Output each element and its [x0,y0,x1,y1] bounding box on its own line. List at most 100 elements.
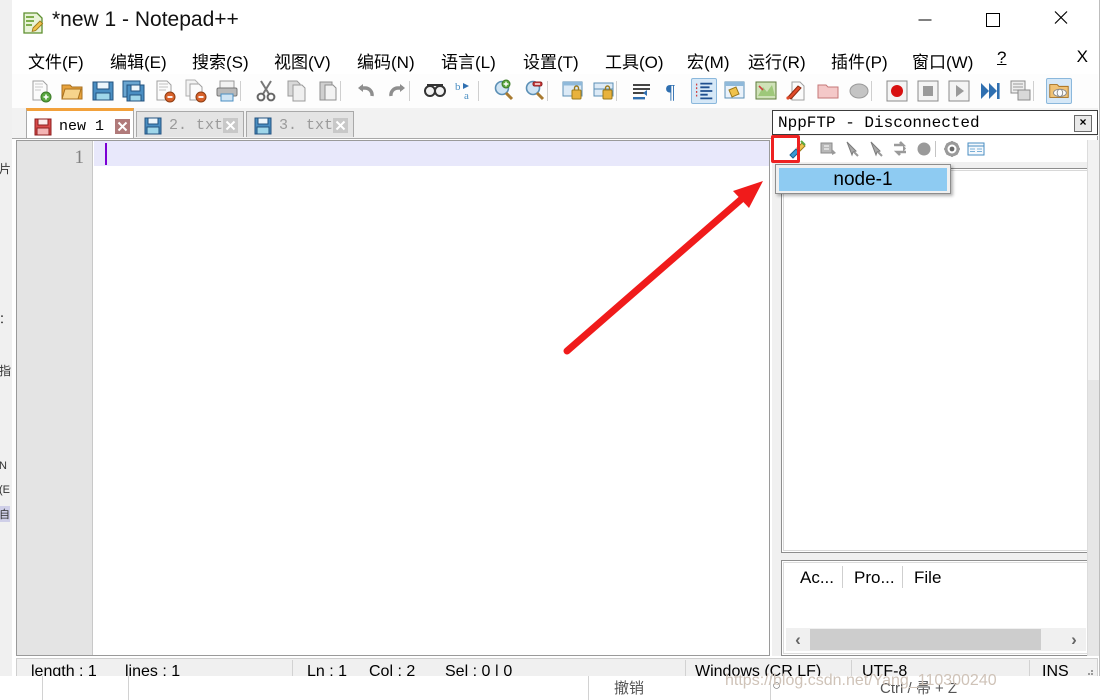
nppftp-file-tree-inner [783,170,1089,551]
record-macro-button[interactable] [884,78,910,104]
bg-bottom-divider [128,676,129,700]
nppftp-connect-dropdown[interactable]: node-1 [775,164,951,194]
maximize-button[interactable] [970,0,1016,40]
nppftp-close-button[interactable]: × [1074,115,1092,132]
print-button[interactable] [214,78,240,104]
column-header-progress[interactable]: Pro... [854,568,895,588]
menu-plugins[interactable]: 插件(P) [829,47,890,74]
menu-window[interactable]: 窗口(W) [910,47,975,74]
close-tab-icon[interactable] [115,119,130,134]
sync-vertical-scroll-button[interactable] [560,78,586,104]
zoom-in-button[interactable] [491,78,517,104]
scroll-right-arrow[interactable]: › [1064,630,1084,649]
column-divider[interactable] [842,566,843,588]
user-defined-dialog-button[interactable] [722,78,748,104]
menu-tools[interactable]: 工具(O) [603,47,666,74]
stop-macro-button[interactable] [915,78,941,104]
toolbar-separator [616,81,617,101]
find-button[interactable] [422,78,448,104]
nppftp-toggle-button[interactable] [1046,78,1072,104]
copy-button[interactable] [284,78,310,104]
tab-2-txt[interactable]: 2. txt [136,111,244,137]
menu-search[interactable]: 搜索(S) [190,47,251,74]
refresh-button[interactable] [890,139,911,159]
toolbar-separator [871,81,872,101]
menu-settings[interactable]: 设置(T) [521,47,581,74]
text-caret [105,143,107,165]
redo-button[interactable] [384,78,410,104]
close-all-button[interactable] [183,78,209,104]
bg-fragment: N [0,460,7,472]
new-file-button[interactable] [28,78,54,104]
upload-button[interactable] [866,139,887,159]
bg-fragment: 片 [0,162,12,176]
close-tab-icon[interactable] [223,118,238,133]
bg-fragment-undo: 撤销 [614,680,645,697]
save-button[interactable] [90,78,116,104]
trim-macro-button[interactable] [1008,78,1034,104]
code-area[interactable] [94,141,769,655]
toolbar-separator [478,81,479,101]
text-editor[interactable]: 1 [16,140,770,656]
menu-file[interactable]: 文件(F) [26,47,86,74]
scrollbar-thumb[interactable] [810,629,1041,650]
save-red-icon [34,118,52,136]
outer-scrollbar-upper[interactable] [1087,140,1099,380]
svg-text:b: b [455,81,461,93]
open-file-button[interactable] [59,78,85,104]
zoom-out-button[interactable] [522,78,548,104]
nppftp-file-tree[interactable] [781,168,1091,553]
menu-view[interactable]: 视图(V) [272,47,333,74]
outer-scrollbar-lower[interactable] [1087,380,1099,656]
nppftp-queue-inner: Ac... Pro... File ‹ › [783,562,1089,654]
close-button[interactable] [1038,0,1084,40]
abort-button[interactable] [914,139,935,159]
line-number-gutter: 1 [17,141,93,655]
menu-bar: 文件(F) 编辑(E) 搜索(S) 视图(V) 编码(N) 语言(L) 设置(T… [12,44,1098,74]
menu-encoding[interactable]: 编码(N) [355,47,417,74]
show-all-characters-button[interactable]: ¶ [660,78,686,104]
run-macro-multiple-button[interactable] [977,78,1003,104]
svg-text:a: a [464,90,469,102]
queue-horizontal-scrollbar[interactable]: ‹ › [786,628,1086,651]
function-list-button[interactable] [815,78,841,104]
menu-help[interactable]: ? [995,47,1008,69]
messages-button[interactable] [966,139,987,159]
download-file-button[interactable] [818,139,839,159]
play-macro-button[interactable] [946,78,972,104]
sync-horizontal-scroll-button[interactable] [591,78,617,104]
document-list-button[interactable] [784,78,810,104]
close-file-button[interactable] [152,78,178,104]
dropdown-item-node-1[interactable]: node-1 [779,168,947,191]
settings-gear-button[interactable] [942,139,963,159]
close-document-button[interactable]: X [1077,47,1088,67]
bg-bottom-divider [42,676,43,700]
column-header-action[interactable]: Ac... [800,568,834,588]
bg-bottom-divider [588,676,589,700]
menu-edit[interactable]: 编辑(E) [108,47,169,74]
column-header-file[interactable]: File [914,568,941,588]
scroll-left-arrow[interactable]: ‹ [788,630,808,649]
menu-language[interactable]: 语言(L) [439,47,498,74]
save-all-button[interactable] [121,78,147,104]
main-toolbar: ba ¶ [12,74,1098,109]
paste-button[interactable] [315,78,341,104]
replace-button[interactable]: ba [453,78,479,104]
tab-new-1[interactable]: new 1 [26,108,134,138]
tab-3-txt[interactable]: 3. txt [246,111,354,137]
close-tab-icon[interactable] [333,118,348,133]
download-button[interactable] [842,139,863,159]
menu-run[interactable]: 运行(R) [746,47,808,74]
document-map-button[interactable] [753,78,779,104]
column-divider[interactable] [902,566,903,588]
highlight-box-annotation [771,135,800,163]
minimize-button[interactable] [902,0,948,40]
folder-as-workspace-button[interactable] [846,78,872,104]
nppftp-queue-panel: Ac... Pro... File ‹ › [781,560,1091,656]
toolbar-separator [409,81,410,101]
undo-button[interactable] [353,78,379,104]
indent-guide-button[interactable] [691,78,717,104]
cut-button[interactable] [253,78,279,104]
word-wrap-button[interactable] [629,78,655,104]
menu-macro[interactable]: 宏(M) [685,47,731,74]
